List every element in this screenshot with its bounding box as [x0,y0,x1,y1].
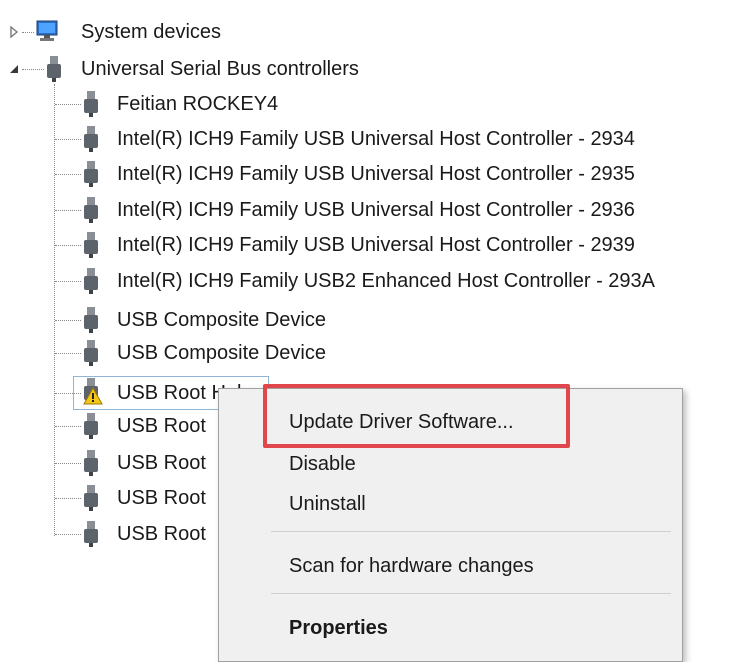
tree-connector [55,498,81,499]
usb-plug-icon [84,413,98,439]
menu-item-label: Scan for hardware changes [289,555,534,577]
collapse-arrow-icon[interactable] [8,63,20,75]
tree-connector [55,210,81,211]
tree-connector [55,353,81,354]
tree-item-device[interactable]: Intel(R) ICH9 Family USB Universal Host … [0,158,741,190]
tree-label: System devices [81,21,222,43]
tree-label: USB Root [117,523,206,545]
tree-connector [55,463,81,464]
tree-item-device[interactable]: Intel(R) ICH9 Family USB Universal Host … [0,194,741,226]
menu-item-label: Properties [289,617,388,639]
tree-item-device[interactable]: Intel(R) ICH9 Family USB2 Enhanced Host … [0,265,741,297]
tree-label: Intel(R) ICH9 Family USB Universal Host … [117,234,635,256]
tree-label: Intel(R) ICH9 Family USB2 Enhanced Host … [117,270,655,292]
tree-connector [55,174,81,175]
monitor-icon [36,20,58,41]
tree-connector [55,393,81,394]
tree-connector [55,534,81,535]
tree-connector [55,426,81,427]
usb-plug-icon [84,161,98,187]
tree-label: USB Root [117,415,206,437]
tree-connector [55,281,81,282]
tree-item-device[interactable]: USB Composite Device [0,337,741,369]
usb-plug-icon [84,268,98,294]
tree-label: USB Root [117,452,206,474]
menu-item-properties[interactable]: Properties [219,609,682,645]
usb-plug-icon [84,307,98,333]
usb-plug-icon [84,126,98,152]
tree-label: Universal Serial Bus controllers [81,58,359,80]
tree-label: Feitian ROCKEY4 [117,93,279,115]
usb-plug-icon [84,91,98,117]
annotation-highlight-box [263,384,570,448]
usb-plug-icon [84,232,98,258]
tree-item-system-devices[interactable]: System devices [0,16,741,48]
menu-item-uninstall[interactable]: Uninstall [219,485,682,521]
tree-connector [55,320,81,321]
warning-icon [83,387,103,405]
menu-separator [271,593,671,594]
usb-plug-icon [84,521,98,547]
tree-label: USB Composite Device [117,342,326,364]
tree-item-device[interactable]: Intel(R) ICH9 Family USB Universal Host … [0,229,741,261]
tree-item-device[interactable]: USB Composite Device [0,304,741,336]
tree-label: USB Root [117,487,206,509]
menu-item-disable[interactable]: Disable [219,445,682,481]
usb-plug-icon [84,485,98,511]
tree-connector [55,139,81,140]
tree-connector [55,104,81,105]
menu-item-label: Uninstall [289,493,366,515]
expand-arrow-icon[interactable] [8,26,20,38]
tree-connector [22,69,44,70]
menu-item-scan-hardware[interactable]: Scan for hardware changes [219,547,682,583]
tree-label: USB Composite Device [117,309,326,331]
tree-label: Intel(R) ICH9 Family USB Universal Host … [117,163,635,185]
tree-label: Intel(R) ICH9 Family USB Universal Host … [117,128,635,150]
tree-connector [55,245,81,246]
tree-item-device[interactable]: Intel(R) ICH9 Family USB Universal Host … [0,123,741,155]
usb-plug-icon [47,56,61,82]
usb-plug-icon [84,450,98,476]
menu-item-label: Disable [289,453,356,475]
tree-item-device[interactable]: Feitian ROCKEY4 [0,88,741,120]
menu-separator [271,531,671,532]
tree-item-usb-controllers[interactable]: Universal Serial Bus controllers [0,53,741,85]
usb-plug-icon [84,197,98,223]
usb-plug-icon [84,340,98,366]
tree-label: Intel(R) ICH9 Family USB Universal Host … [117,199,635,221]
